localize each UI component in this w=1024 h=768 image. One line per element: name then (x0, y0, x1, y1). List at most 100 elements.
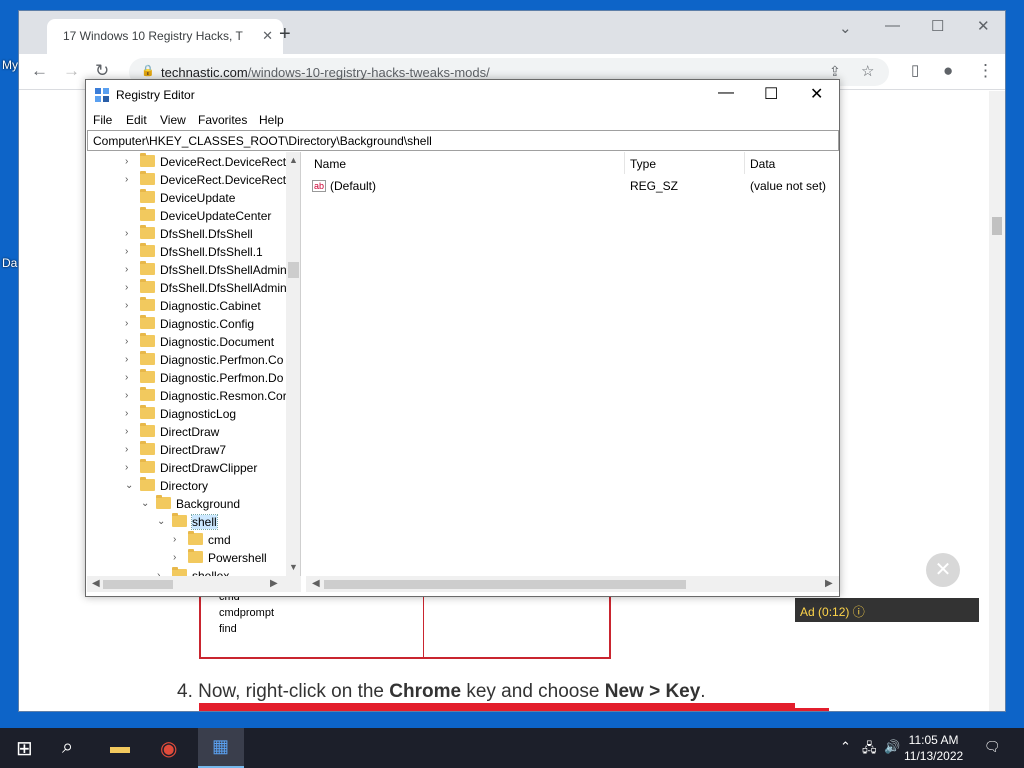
tree-node[interactable]: › DeviceRect.DeviceRect. (87, 171, 289, 189)
tree-node[interactable]: › Diagnostic.Document (87, 333, 285, 351)
tree-node[interactable]: › shellex (87, 567, 285, 576)
tree-node[interactable]: › DirectDraw (87, 423, 285, 441)
expand-chevron-icon[interactable]: › (125, 354, 135, 365)
expand-chevron-icon[interactable]: › (125, 246, 135, 257)
search-icon[interactable]: ⌕ (62, 736, 73, 759)
tree-node[interactable]: DeviceUpdateCenter (87, 207, 285, 225)
tree-node[interactable]: › Diagnostic.Cabinet (87, 297, 285, 315)
scroll-thumb[interactable] (288, 262, 299, 278)
profile-icon[interactable]: ● (943, 61, 953, 81)
reload-icon[interactable]: ↻ (95, 61, 109, 81)
tree-node[interactable]: › DeviceRect.DeviceRect (87, 153, 286, 171)
notification-icon[interactable]: 🗨 (984, 739, 1001, 755)
menu-help[interactable]: Help (259, 113, 284, 127)
tree-node[interactable]: › Diagnostic.Config (87, 315, 285, 333)
scroll-right-icon[interactable]: ▶ (825, 578, 833, 589)
expand-chevron-icon[interactable]: › (125, 318, 135, 329)
menu-view[interactable]: View (160, 113, 186, 127)
tree-node[interactable]: › Diagnostic.Perfmon.Co (87, 351, 285, 369)
menu-edit[interactable]: Edit (126, 113, 147, 127)
scroll-up-icon[interactable]: ▲ (289, 155, 298, 165)
column-type[interactable]: Type (630, 157, 656, 171)
expand-chevron-icon[interactable]: › (125, 228, 135, 239)
tree-hscrollbar[interactable]: ◀ ▶ (87, 576, 301, 592)
expand-chevron-icon[interactable]: › (125, 444, 135, 455)
menu-file[interactable]: File (93, 113, 112, 127)
tree-node[interactable]: › DfsShell.DfsShell (87, 225, 285, 243)
scroll-down-icon[interactable]: ▼ (289, 562, 298, 572)
scroll-thumb[interactable] (992, 217, 1002, 235)
close-tab-icon[interactable]: ✕ (262, 28, 273, 44)
scroll-right-icon[interactable]: ▶ (270, 578, 278, 589)
tree-scrollbar[interactable]: ▲ ▼ (286, 152, 300, 576)
expand-chevron-icon[interactable]: › (125, 426, 135, 437)
maximize-icon[interactable]: ☐ (931, 17, 944, 35)
show-hidden-icons-icon[interactable]: ⌃ (840, 739, 851, 755)
tree-node[interactable]: › DirectDraw7 (87, 441, 285, 459)
more-menu-icon[interactable]: ⋮ (977, 61, 994, 81)
page-scrollbar[interactable] (989, 91, 1005, 711)
regedit-taskbar-button[interactable]: ▦ (198, 728, 244, 768)
chrome-icon[interactable]: ◉ (160, 736, 177, 761)
scroll-thumb[interactable] (324, 580, 686, 589)
scroll-left-icon[interactable]: ◀ (312, 578, 320, 589)
start-windows-icon[interactable]: ⊞ (16, 736, 33, 761)
tree-node[interactable]: ⌄ Directory (87, 477, 285, 495)
tree-node[interactable]: › Diagnostic.Perfmon.Do (87, 369, 285, 387)
close-icon[interactable]: ✕ (810, 84, 823, 104)
scroll-thumb[interactable] (103, 580, 173, 589)
tree-node[interactable]: ⌄ Background (87, 495, 285, 513)
address-bar[interactable]: Computer\HKEY_CLASSES_ROOT\Directory\Bac… (87, 130, 839, 151)
minimize-icon[interactable]: — (718, 84, 734, 102)
expand-chevron-icon[interactable]: › (125, 462, 135, 473)
expand-chevron-icon[interactable]: › (125, 264, 135, 275)
expand-chevron-icon[interactable]: › (125, 282, 135, 293)
desktop-icon-label[interactable]: My (2, 58, 18, 72)
side-panel-icon[interactable]: ▯ (911, 61, 919, 79)
collapse-chevron-icon[interactable]: ⌄ (125, 480, 135, 491)
collapse-chevron-icon[interactable]: ⌄ (157, 516, 167, 527)
tree-node[interactable]: › DiagnosticLog (87, 405, 285, 423)
maximize-icon[interactable]: ☐ (764, 84, 778, 104)
tree-node[interactable]: › Powershell (87, 549, 285, 567)
tree-node[interactable]: › DfsShell.DfsShell.1 (87, 243, 285, 261)
tree-node[interactable]: › DfsShell.DfsShellAdmin (87, 261, 287, 279)
tree-node[interactable]: › DfsShell.DfsShellAdmin (87, 279, 287, 297)
clock[interactable]: 11:05 AM 11/13/2022 (904, 732, 963, 764)
scroll-left-icon[interactable]: ◀ (92, 578, 100, 589)
desktop-icon-label[interactable]: Da (2, 256, 17, 270)
expand-chevron-icon[interactable]: › (125, 174, 135, 185)
expand-chevron-icon[interactable]: › (125, 300, 135, 311)
file-explorer-icon[interactable]: ▬ (110, 736, 130, 759)
expand-chevron-icon[interactable]: › (125, 336, 135, 347)
minimize-icon[interactable]: — (885, 17, 900, 34)
ad-close-icon[interactable]: ✕ (926, 553, 960, 587)
volume-icon[interactable]: 🔊 (884, 739, 900, 755)
close-icon[interactable]: ✕ (977, 17, 990, 35)
network-icon[interactable]: 🖧 (862, 739, 877, 761)
expand-chevron-icon[interactable]: › (125, 156, 135, 167)
tab-search-icon[interactable]: ⌄ (839, 19, 852, 37)
tree-node[interactable]: DeviceUpdate (87, 189, 285, 207)
browser-tab[interactable]: 17 Windows 10 Registry Hacks, T ✕ (47, 19, 283, 54)
tree-node[interactable]: › DirectDrawClipper (87, 459, 285, 477)
tree-node[interactable]: › cmd (87, 531, 285, 549)
new-tab-icon[interactable]: + (279, 23, 291, 46)
expand-chevron-icon[interactable]: › (173, 552, 183, 563)
expand-chevron-icon[interactable]: › (125, 372, 135, 383)
column-data[interactable]: Data (750, 157, 775, 171)
menu-favorites[interactable]: Favorites (198, 113, 247, 127)
video-ad[interactable]: Ad (0:12) ⓘ (795, 598, 979, 708)
values-hscrollbar[interactable]: ◀ ▶ (306, 576, 839, 592)
lock-icon[interactable]: 🔒 (141, 64, 155, 77)
collapse-chevron-icon[interactable]: ⌄ (141, 498, 151, 509)
column-name[interactable]: Name (314, 157, 346, 171)
forward-icon[interactable]: → (63, 61, 80, 81)
back-icon[interactable]: ← (31, 61, 48, 81)
bookmark-star-icon[interactable]: ☆ (861, 62, 874, 80)
expand-chevron-icon[interactable]: › (173, 534, 183, 545)
expand-chevron-icon[interactable]: › (125, 390, 135, 401)
share-icon[interactable]: ⇪ (829, 63, 841, 80)
tree-node[interactable]: › Diagnostic.Resmon.Cor (87, 387, 287, 405)
expand-chevron-icon[interactable]: › (125, 408, 135, 419)
